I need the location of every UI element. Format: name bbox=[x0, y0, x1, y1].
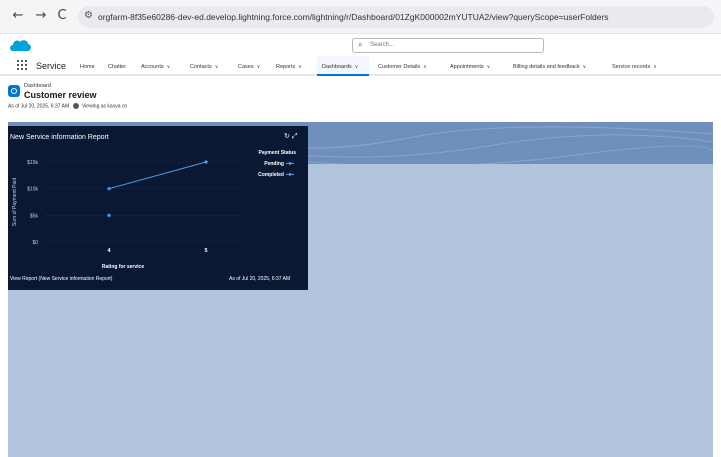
chevron-down-icon[interactable]: ∨ bbox=[583, 64, 587, 70]
chevron-down-icon[interactable]: ∨ bbox=[423, 64, 427, 70]
nav-item-label: Cases bbox=[238, 64, 254, 70]
nav-item-accounts[interactable]: Accounts ∨ bbox=[141, 64, 170, 70]
dashboard-icon bbox=[8, 85, 20, 97]
nav-item-reports[interactable]: Reports ∨ bbox=[276, 64, 302, 70]
data-point bbox=[107, 187, 111, 191]
nav-item-label: Reports bbox=[276, 64, 296, 70]
nav-item-cases[interactable]: Cases ∨ bbox=[238, 64, 260, 70]
object-type-label: Dashboard bbox=[24, 83, 51, 89]
forward-arrow-icon[interactable]: → bbox=[33, 8, 49, 24]
nav-item-home[interactable]: Home bbox=[80, 64, 95, 70]
nav-item-customer-details[interactable]: Customer Details ∨ bbox=[378, 64, 427, 70]
refresh-icon[interactable]: ↻ bbox=[284, 132, 292, 140]
legend-label: Completed bbox=[258, 172, 284, 178]
legend-title: Payment Status bbox=[258, 150, 296, 156]
back-arrow-icon[interactable]: ← bbox=[10, 8, 26, 24]
view-report-link[interactable]: View Report (New Service information Rep… bbox=[10, 276, 112, 282]
page-title: Customer review bbox=[24, 90, 97, 100]
nav-item-contacts[interactable]: Contacts ∨ bbox=[190, 64, 218, 70]
x-tick-label: 4 bbox=[108, 248, 112, 254]
legend-swatch-marker bbox=[288, 173, 292, 176]
nav-item-label: Chatter bbox=[108, 64, 127, 70]
data-point bbox=[107, 213, 111, 217]
nav-item-label: Contacts bbox=[190, 64, 212, 70]
chevron-down-icon[interactable]: ∨ bbox=[215, 64, 219, 70]
nav-item-service-records[interactable]: Service records ∨ bbox=[612, 64, 657, 70]
chevron-down-icon[interactable]: ∨ bbox=[355, 64, 359, 70]
nav-item-label: Home bbox=[80, 64, 95, 70]
line-chart: $0 $5k $10k $15k 4 5 Rating for service Sum of … bbox=[12, 150, 296, 270]
nav-item-label: Billing details and feedback bbox=[513, 64, 580, 70]
user-icon bbox=[72, 103, 79, 109]
nav-item-appointments[interactable]: Appointments ∨ bbox=[450, 64, 490, 70]
y-tick-label: $10k bbox=[27, 187, 38, 193]
legend-swatch-marker bbox=[288, 162, 292, 165]
chevron-down-icon[interactable]: ∨ bbox=[653, 64, 657, 70]
y-tick-label: $0 bbox=[32, 240, 38, 246]
nav-item-label: Customer Details bbox=[378, 64, 421, 70]
y-tick-label: $15k bbox=[27, 160, 38, 166]
widget-title[interactable]: New Service information Report bbox=[10, 134, 109, 141]
nav-item-label: Appointments bbox=[450, 64, 484, 70]
nav-item-label: Accounts bbox=[141, 64, 164, 70]
reload-icon[interactable]: C bbox=[54, 8, 70, 24]
site-settings-icon[interactable]: ⚙ bbox=[84, 10, 93, 21]
app-launcher-icon[interactable] bbox=[17, 60, 27, 70]
y-tick-label: $5k bbox=[30, 213, 39, 219]
y-axis-label: Sum of Payment Paid bbox=[12, 178, 18, 227]
nav-item-label: Dashboards bbox=[322, 64, 352, 70]
x-axis-label: Rating for service bbox=[102, 264, 144, 270]
expand-icon[interactable]: ⤢ bbox=[292, 132, 300, 140]
series-line bbox=[108, 161, 207, 190]
widget-timestamp: As of Jul 20, 2025, 6:37 AM bbox=[229, 276, 291, 282]
page-header bbox=[0, 78, 721, 120]
chevron-down-icon[interactable]: ∨ bbox=[298, 64, 302, 70]
chevron-down-icon[interactable]: ∨ bbox=[487, 64, 491, 70]
app-name: Service bbox=[36, 61, 67, 71]
search-placeholder: Search... bbox=[370, 42, 395, 48]
nav-item-chatter[interactable]: Chatter bbox=[108, 64, 126, 70]
chevron-down-icon[interactable]: ∨ bbox=[257, 64, 261, 70]
data-point bbox=[204, 160, 208, 164]
chevron-down-icon[interactable]: ∨ bbox=[167, 64, 171, 70]
viewing-as-text: Viewing as kavya cn bbox=[81, 103, 128, 110]
url-text[interactable]: orgfarm-8f35e60286-dev-ed.develop.lightn… bbox=[98, 12, 609, 22]
as-of-timestamp: As of Jul 20, 2025, 6:37 AM bbox=[8, 103, 70, 110]
legend-label: Pending bbox=[264, 161, 284, 167]
search-icon: ⌕ bbox=[358, 40, 363, 49]
salesforce-logo-icon[interactable] bbox=[9, 38, 31, 52]
nav-item-dashboards[interactable]: Dashboards ∨ bbox=[322, 64, 358, 70]
x-tick-label: 5 bbox=[205, 248, 208, 254]
nav-item-label: Service records bbox=[612, 64, 651, 70]
nav-item-billing-details[interactable]: Billing details and feedback ∨ bbox=[513, 64, 586, 70]
as-of-line: As of Jul 20, 2025, 6:37 AM Viewing as k… bbox=[8, 103, 127, 109]
